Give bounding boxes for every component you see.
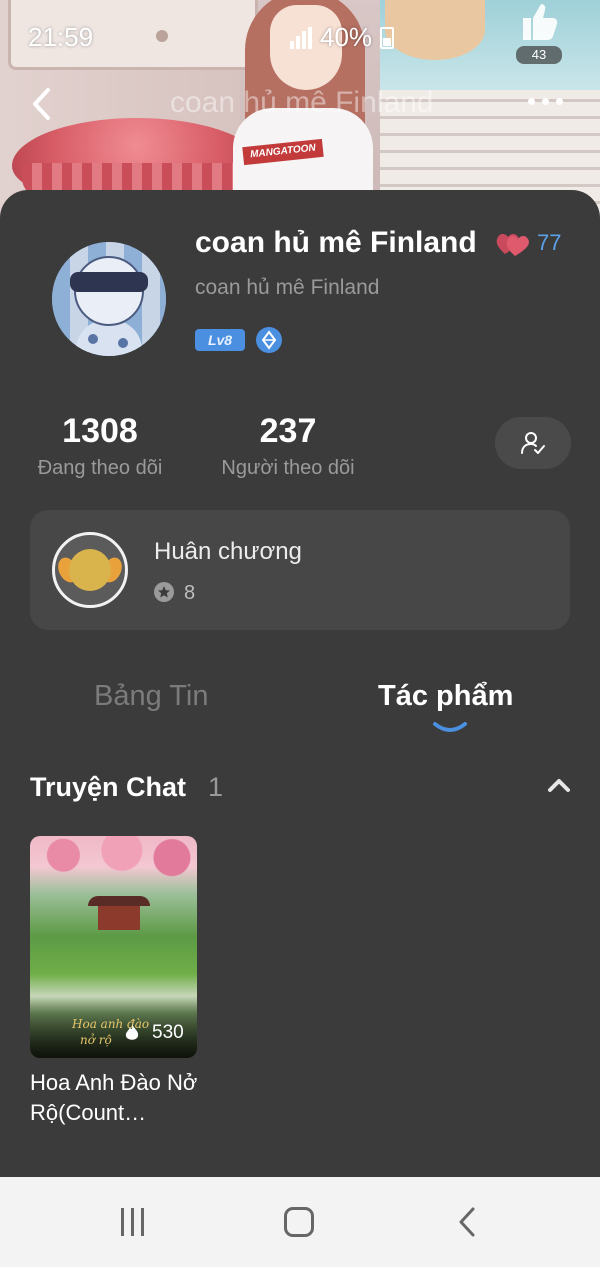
status-time: 21:59	[28, 22, 94, 52]
tab-works[interactable]: Tác phẩm	[378, 680, 513, 713]
status-indicators: 40%	[290, 22, 395, 53]
nav-back-icon[interactable]	[456, 1205, 478, 1239]
followers-stat[interactable]: 237 Người theo dõi	[214, 412, 362, 480]
more-button[interactable]	[528, 98, 563, 105]
follow-button[interactable]	[495, 417, 571, 469]
like-count: 43	[516, 46, 562, 64]
tab-feed[interactable]: Bảng Tin	[94, 680, 208, 713]
story-views: 530	[152, 1022, 184, 1043]
star-icon	[154, 582, 174, 602]
cover-blossoms	[30, 836, 197, 884]
medal-panel[interactable]: Huân chương 8	[30, 510, 570, 630]
followers-count: 237	[259, 412, 317, 450]
cover-temple	[88, 890, 150, 930]
hearts-icon	[496, 233, 529, 256]
hearts-count: 77	[537, 230, 562, 255]
profile-name: coan hủ mê Finland	[195, 226, 477, 259]
fire-icon	[125, 1024, 139, 1040]
banner-shirt-logo: MANGATOON	[242, 138, 324, 166]
medal-count: 8	[184, 582, 196, 604]
section-title: Truyện Chat	[30, 772, 187, 802]
banner-plush	[385, 0, 485, 60]
like-button[interactable]: 43	[516, 0, 562, 72]
following-count: 1308	[62, 412, 138, 450]
back-icon	[33, 88, 50, 120]
followers-label: Người theo dõi	[221, 457, 355, 479]
follow-user-icon	[521, 432, 545, 454]
signal-icon	[290, 26, 312, 49]
section-count: 1	[208, 772, 224, 802]
following-label: Đang theo dõi	[37, 457, 163, 479]
recents-icon[interactable]	[117, 1205, 147, 1239]
home-icon[interactable]	[284, 1207, 314, 1237]
story-title[interactable]: Hoa Anh Đào Nở Rộ(Count…	[30, 1068, 200, 1128]
profile-handle: coan hủ mê Finland	[195, 276, 380, 299]
back-button[interactable]	[28, 86, 58, 122]
header-title: coan hủ mê Finland	[170, 86, 434, 119]
chevron-up-icon[interactable]	[546, 776, 572, 794]
medal-icon	[52, 532, 128, 608]
thumb-up-icon	[523, 4, 558, 40]
tab-active-indicator	[433, 722, 467, 732]
following-stat[interactable]: 1308 Đang theo dõi	[30, 412, 170, 480]
avatar[interactable]	[52, 242, 166, 356]
more-icon	[528, 98, 535, 105]
level-badge: Lv8	[195, 329, 245, 351]
profile-card: coan hủ mê Finland 77 coan hủ mê Finland…	[0, 190, 600, 1180]
system-nav-bar	[0, 1177, 600, 1267]
story-cover[interactable]: Hoa anh đào nở rộ 530	[30, 836, 197, 1058]
battery-icon	[380, 26, 395, 49]
battery-percent: 40%	[320, 22, 373, 52]
medal-title: Huân chương	[154, 538, 302, 565]
gem-badge-icon	[256, 327, 282, 353]
